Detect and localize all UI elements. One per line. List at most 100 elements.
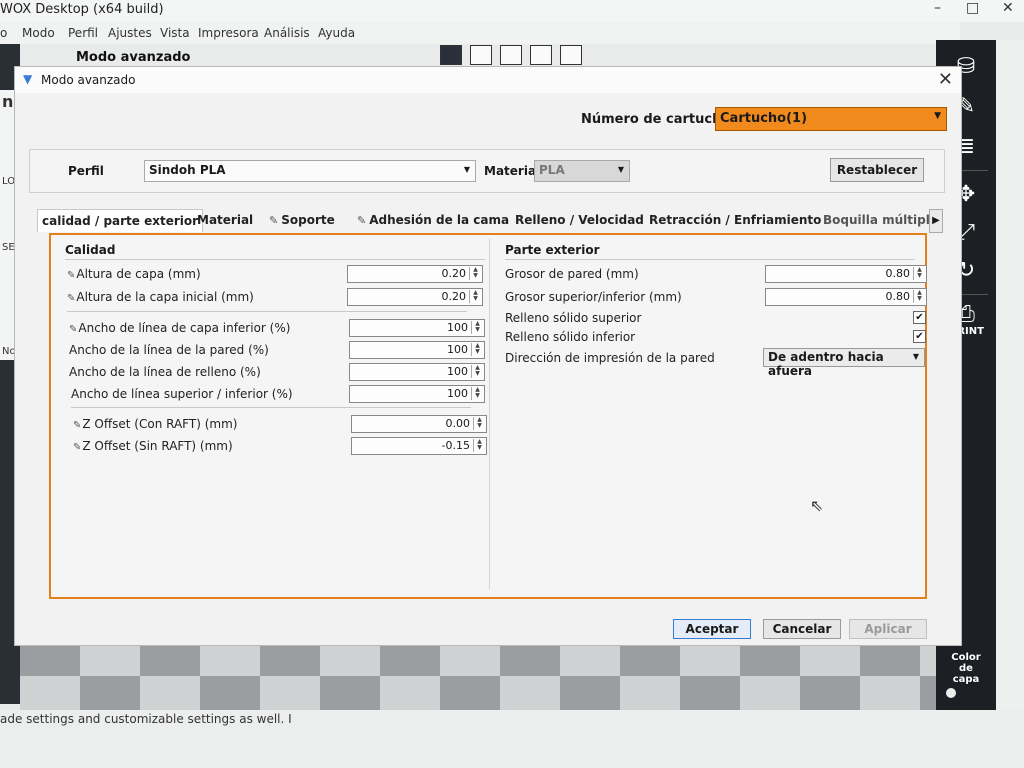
spinner-arrows-icon[interactable]: ▲ ▼: [469, 290, 481, 303]
layer-color-label[interactable]: Color de capa: [946, 652, 986, 685]
infill-line-width-label: Ancho de la línea de relleno (%): [69, 365, 261, 379]
menu-impresora[interactable]: Impresora: [198, 26, 259, 40]
section-divider: [65, 259, 485, 260]
solid-cube-icon[interactable]: [440, 45, 462, 65]
app-logo-icon: ▼: [23, 72, 33, 86]
tab-label: Relleno / Velocidad: [515, 213, 644, 227]
layer-height-label: ✎Altura de capa (mm): [67, 267, 201, 281]
tab-quality-exterior[interactable]: calidad / parte exterior: [37, 209, 204, 232]
material-value: PLA: [539, 163, 565, 177]
spinner-arrows-icon[interactable]: ▲ ▼: [913, 267, 925, 280]
spinner-arrows-icon[interactable]: ▲ ▼: [471, 387, 483, 400]
mode-label: Modo avanzado: [76, 50, 191, 65]
wall-thickness-input[interactable]: 0.80 ▲ ▼: [765, 265, 927, 283]
material-select[interactable]: PLA ▼: [534, 160, 630, 182]
app-titlebar: WOX Desktop (x64 build) – □ ✕: [0, 0, 1024, 22]
wall-thickness-label: Grosor de pared (mm): [505, 267, 639, 281]
tab-infill-speed[interactable]: Relleno / Velocidad: [511, 209, 648, 231]
spinner-arrows-icon[interactable]: ▲ ▼: [471, 343, 483, 356]
side-view-icon[interactable]: [530, 45, 552, 65]
tab-retraction-cooling[interactable]: Retracción / Enfriamiento: [645, 209, 825, 231]
settings-content-panel: Calidad ✎Altura de capa (mm) 0.20 ▲ ▼ ✎Alt…: [49, 233, 927, 599]
spinner-arrows-icon[interactable]: ▲ ▼: [473, 417, 485, 430]
advanced-mode-dialog: ▼ Modo avanzado ✕ Número de cartucho Car…: [14, 66, 962, 646]
spinner-arrows-icon[interactable]: ▲ ▼: [471, 321, 483, 334]
tab-bed-adhesion[interactable]: ✎ Adhesión de la cama: [353, 209, 513, 231]
cartridge-select[interactable]: Cartucho(1) ▼: [715, 107, 947, 131]
wall-direction-value: De adentro hacia afuera: [768, 350, 884, 378]
tab-label: Material: [197, 213, 254, 227]
wrench-icon: ✎: [73, 420, 82, 431]
solid-bottom-checkbox[interactable]: ✔: [913, 330, 926, 343]
mouse-pointer-icon: ⇖: [810, 496, 824, 515]
wrench-icon: ✎: [69, 324, 78, 335]
dialog-title: Modo avanzado: [41, 73, 136, 87]
menu-bar: o Modo Perfil Ajustes Vista Impresora An…: [0, 22, 960, 44]
z-offset-no-raft-input[interactable]: -0.15 ▲ ▼: [351, 437, 487, 455]
tab-support[interactable]: ✎ Soporte: [265, 209, 339, 231]
bottom-caption: ade settings and customizable settings a…: [0, 712, 292, 726]
z-offset-no-raft-label: ✎Z Offset (Sin RAFT) (mm): [73, 439, 233, 453]
initial-layer-height-label: ✎Altura de la capa inicial (mm): [67, 290, 254, 304]
menu-perfil[interactable]: Perfil: [68, 26, 98, 40]
tab-scroll-right-icon[interactable]: ▶: [929, 209, 943, 233]
chevron-down-icon: ▼: [934, 111, 941, 121]
front-view-icon[interactable]: [470, 45, 492, 65]
maximize-button[interactable]: □: [966, 0, 979, 16]
minimize-button[interactable]: –: [934, 0, 941, 16]
wall-line-width-label: Ancho de la línea de la pared (%): [69, 343, 269, 357]
z-offset-raft-input[interactable]: 0.00 ▲ ▼: [351, 415, 487, 433]
chevron-down-icon: ▼: [617, 165, 624, 174]
close-app-button[interactable]: ✕: [1002, 0, 1014, 16]
wrench-icon: ✎: [269, 214, 279, 227]
app-title: WOX Desktop (x64 build): [0, 2, 164, 17]
tab-material[interactable]: Material: [193, 209, 257, 231]
layer-color-dot[interactable]: [946, 688, 956, 698]
reset-button[interactable]: Restablecer: [830, 158, 924, 182]
wall-line-width-input[interactable]: 100 ▲ ▼: [349, 341, 485, 359]
solid-bottom-label: Relleno sólido inferior: [505, 330, 636, 344]
top-view-icon[interactable]: [500, 45, 522, 65]
apply-button[interactable]: Aplicar: [849, 619, 927, 639]
top-bottom-thickness-input[interactable]: 0.80 ▲ ▼: [765, 288, 927, 306]
menu-vista[interactable]: Vista: [160, 26, 190, 40]
z-offset-raft-label: ✎Z Offset (Con RAFT) (mm): [73, 417, 238, 431]
bottom-line-width-label: ✎Ancho de línea de capa inferior (%): [69, 321, 291, 335]
menu-archivo[interactable]: o: [0, 26, 7, 40]
exterior-section-title: Parte exterior: [505, 243, 600, 257]
wrench-icon: ✎: [357, 214, 367, 227]
far-right-area: [996, 40, 1024, 710]
top-bottom-line-width-input[interactable]: 100 ▲ ▼: [349, 385, 485, 403]
spinner-arrows-icon[interactable]: ▲ ▼: [471, 365, 483, 378]
menu-ayuda[interactable]: Ayuda: [318, 26, 355, 40]
profile-value: Sindoh PLA: [149, 163, 226, 177]
wall-direction-label: Dirección de impresión de la pared: [505, 351, 715, 365]
menu-ajustes[interactable]: Ajustes: [108, 26, 152, 40]
layer-height-input[interactable]: 0.20 ▲ ▼: [347, 265, 483, 283]
profile-bar: Perfil Sindoh PLA ▼ Material PLA ▼ Resta…: [29, 149, 945, 193]
menu-analisis[interactable]: Análisis: [264, 26, 310, 40]
solid-top-checkbox[interactable]: ✔: [913, 311, 926, 324]
quality-section-title: Calidad: [65, 243, 116, 257]
profile-select[interactable]: Sindoh PLA ▼: [144, 160, 476, 182]
wrench-icon: ✎: [67, 293, 76, 304]
spinner-arrows-icon[interactable]: ▲ ▼: [473, 439, 485, 452]
tab-multi-nozzle[interactable]: Boquilla múltiple: [819, 209, 931, 231]
tab-label: calidad / parte exterior: [42, 214, 199, 228]
build-plate-floor: [20, 676, 936, 710]
spinner-arrows-icon[interactable]: ▲ ▼: [469, 267, 481, 280]
cancel-button[interactable]: Cancelar: [763, 619, 841, 639]
menu-modo[interactable]: Modo: [22, 26, 55, 40]
wall-direction-select[interactable]: De adentro hacia afuera ▼: [763, 348, 925, 378]
initial-layer-height-input[interactable]: 0.20 ▲ ▼: [347, 288, 483, 306]
bottom-line-width-input[interactable]: 100 ▲ ▼: [349, 319, 485, 337]
tab-label: Boquilla múltiple: [823, 213, 931, 227]
chevron-down-icon: ▼: [463, 165, 470, 174]
infill-line-width-input[interactable]: 100 ▲ ▼: [349, 363, 485, 381]
accept-button[interactable]: Aceptar: [673, 619, 751, 639]
tab-label: Adhesión de la cama: [369, 213, 510, 227]
exterior-column: Parte exterior Grosor de pared (mm) 0.80…: [495, 239, 927, 589]
close-icon[interactable]: ✕: [938, 69, 953, 90]
spinner-arrows-icon[interactable]: ▲ ▼: [913, 290, 925, 303]
perspective-view-icon[interactable]: [560, 45, 582, 65]
